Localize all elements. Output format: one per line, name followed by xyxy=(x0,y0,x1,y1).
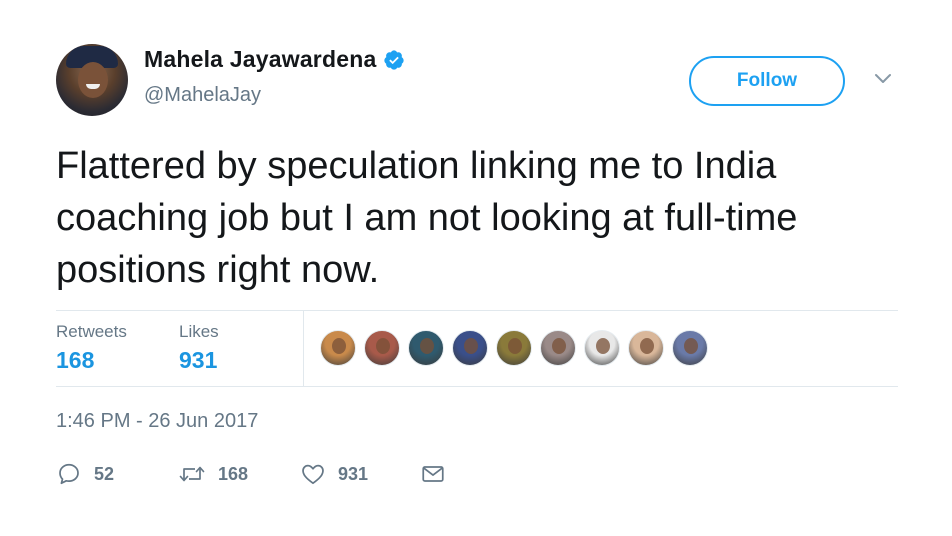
reply-count: 52 xyxy=(94,463,115,484)
stats-bottom-divider xyxy=(56,386,898,387)
retweet-icon xyxy=(178,461,206,487)
tweet-card: Mahela Jayawardena @MahelaJay Follow Fla… xyxy=(0,0,952,536)
retweets-stat[interactable]: Retweets 168 xyxy=(56,322,127,374)
envelope-icon xyxy=(420,461,446,487)
heart-icon xyxy=(300,461,326,487)
retweet-action[interactable]: 168 xyxy=(178,460,248,488)
avatar-face xyxy=(78,62,108,98)
likes-stat[interactable]: Likes 931 xyxy=(179,322,219,374)
retweets-label: Retweets xyxy=(56,322,127,341)
liker-avatar[interactable] xyxy=(320,330,356,366)
liker-avatar[interactable] xyxy=(584,330,620,366)
direct-message-action[interactable] xyxy=(420,460,446,488)
author-name-row: Mahela Jayawardena xyxy=(144,46,405,73)
liker-avatar[interactable] xyxy=(452,330,488,366)
likes-label: Likes xyxy=(179,322,219,341)
retweets-count: 168 xyxy=(56,347,95,373)
retweet-count: 168 xyxy=(218,463,249,484)
liker-avatar[interactable] xyxy=(672,330,708,366)
stats-top-divider xyxy=(56,310,898,311)
liker-avatar[interactable] xyxy=(364,330,400,366)
author-avatar[interactable] xyxy=(56,44,128,116)
chevron-down-icon[interactable] xyxy=(872,70,894,88)
stats-vertical-divider xyxy=(303,311,304,386)
likes-count: 931 xyxy=(179,347,218,373)
author-handle[interactable]: @MahelaJay xyxy=(144,84,261,107)
like-count: 931 xyxy=(338,463,369,484)
liker-avatar[interactable] xyxy=(628,330,664,366)
liker-avatars xyxy=(320,330,716,366)
liker-avatar[interactable] xyxy=(540,330,576,366)
verified-badge-icon xyxy=(383,49,405,71)
like-action[interactable]: 931 xyxy=(300,460,368,488)
tweet-timestamp[interactable]: 1:46 PM - 26 Jun 2017 xyxy=(56,410,258,433)
liker-avatar[interactable] xyxy=(408,330,444,366)
reply-icon xyxy=(56,461,82,487)
author-display-name[interactable]: Mahela Jayawardena xyxy=(144,46,376,73)
follow-button[interactable]: Follow xyxy=(689,56,845,106)
liker-avatar[interactable] xyxy=(496,330,532,366)
reply-action[interactable]: 52 xyxy=(56,460,114,488)
tweet-text: Flattered by speculation linking me to I… xyxy=(56,145,798,291)
